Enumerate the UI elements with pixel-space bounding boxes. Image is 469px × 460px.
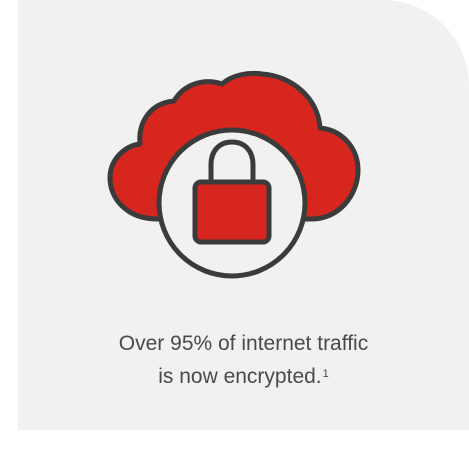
caption: Over 95% of internet traffic is now encr… [18, 327, 469, 393]
footnote-marker: 1 [322, 368, 329, 380]
caption-line-2: is now encrypted.1 [158, 365, 329, 388]
caption-line-1: Over 95% of internet traffic [118, 332, 369, 355]
cloud-padlock-icon [107, 70, 361, 279]
lock-body [192, 179, 272, 245]
